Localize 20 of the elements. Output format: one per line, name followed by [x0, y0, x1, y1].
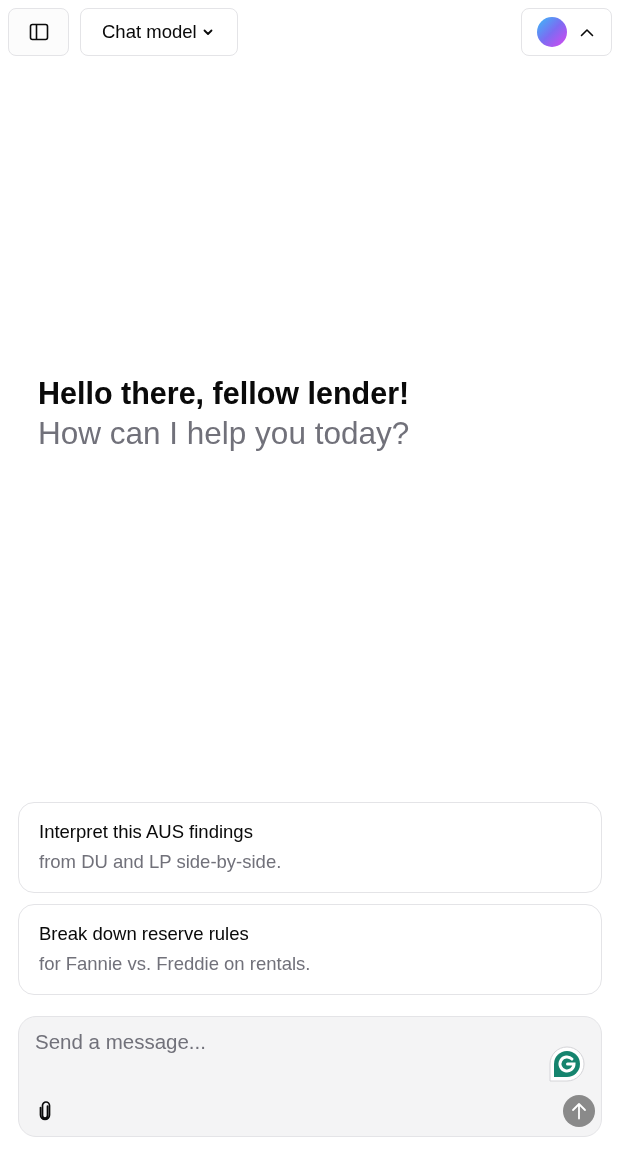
suggestion-title: Break down reserve rules [39, 922, 249, 946]
sidebar-icon [28, 22, 49, 42]
suggestion-card[interactable]: Interpret this AUS findings from DU and LP side-by-side. [18, 802, 602, 893]
g-badge-icon[interactable] [549, 1046, 586, 1083]
model-selector-button[interactable]: Chat model [80, 8, 238, 56]
arrow-up-icon [571, 1102, 587, 1120]
paperclip-icon [39, 1101, 51, 1121]
greeting-subtitle: How can I help you today? [38, 414, 410, 453]
suggestion-card[interactable]: Break down reserve rules for Fannie vs. Freddie on rentals. [18, 904, 602, 995]
user-menu-button[interactable] [521, 8, 612, 56]
chevron-up-icon [580, 27, 594, 37]
sidebar-toggle-button[interactable] [8, 8, 69, 56]
suggestion-title: Interpret this AUS findings [39, 820, 253, 844]
suggestion-detail: from DU and LP side-by-side. [39, 850, 282, 874]
chevron-down-icon [202, 28, 213, 36]
greeting-title: Hello there, fellow lender! [38, 375, 410, 412]
gradient-avatar-icon [537, 17, 567, 47]
message-field[interactable]: Send a message... [35, 1030, 535, 1078]
suggestion-detail: for Fannie vs. Freddie on rentals. [39, 952, 311, 976]
composer-box[interactable]: Send a message... [18, 1016, 602, 1137]
